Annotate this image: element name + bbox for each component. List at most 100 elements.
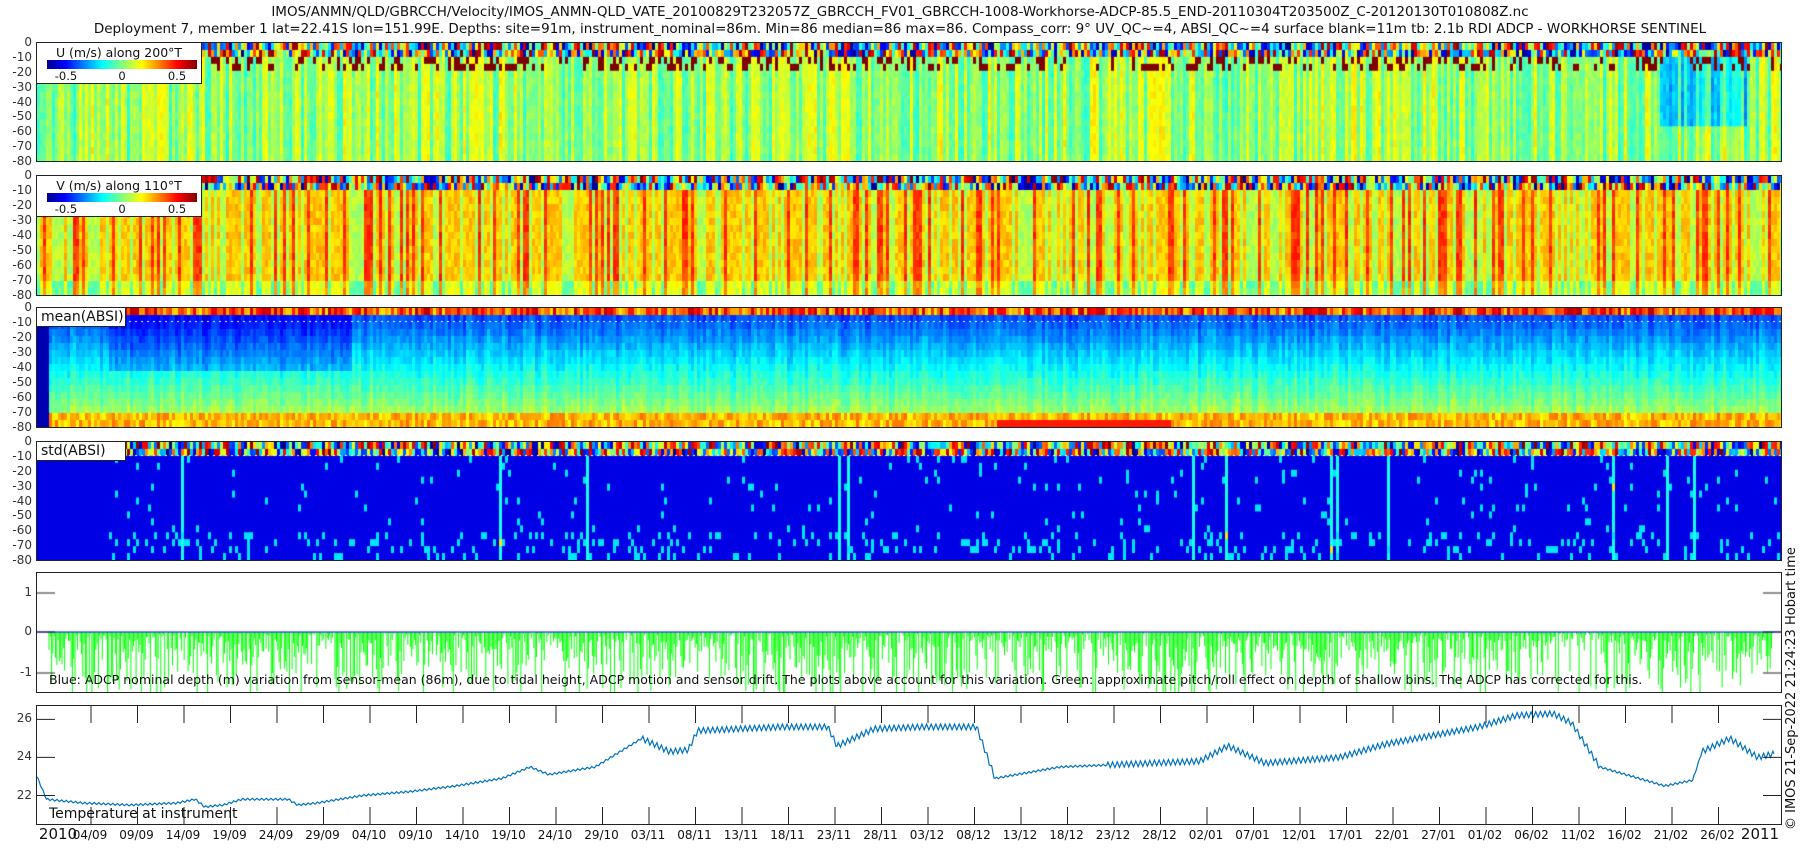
date-tick-label: 19/10 <box>491 828 526 842</box>
copyright-timestamp: © IMOS 21-Sep-2022 21:24:23 Hobart time <box>1784 547 1799 830</box>
mean-absi-label: mean(ABSI) <box>36 307 126 327</box>
y-tick-label: 0 <box>24 624 32 638</box>
depth-variation-panel: Blue: ADCP nominal depth (m) variation f… <box>36 572 1782 693</box>
date-tick-label: 18/12 <box>1049 828 1084 842</box>
date-tick-label: 08/11 <box>677 828 712 842</box>
u-legend-title: U (m/s) along 200°T <box>55 45 183 60</box>
date-tick-label: 02/01 <box>1188 828 1224 842</box>
y-tick-label: -60 <box>12 258 32 272</box>
date-tick-label: 26/02 <box>1700 828 1735 842</box>
date-tick-label: 07/01 <box>1235 828 1270 842</box>
y-tick-label: -80 <box>12 553 32 567</box>
date-tick-label: 12/01 <box>1281 828 1317 842</box>
date-tick-label: 23/11 <box>816 828 852 842</box>
y-tick-label: -10 <box>12 448 32 463</box>
y-tick-label: -60 <box>12 390 32 404</box>
u-velocity-heatmap-panel: U (m/s) along 200°T -0.5 0 0.5 <box>36 42 1782 162</box>
y-tick-label: -80 <box>12 154 32 168</box>
y-tick-label: -10 <box>12 315 32 329</box>
temperature-panel: Temperature at instrument <box>36 705 1782 825</box>
date-tick-label: 23/12 <box>1095 828 1131 842</box>
date-tick-label: 01/02 <box>1467 828 1503 842</box>
date-tick-label: 11/02 <box>1560 828 1596 842</box>
y-tick-label: -40 <box>12 360 32 374</box>
y-tick-label: -80 <box>12 420 32 434</box>
date-tick-label: 21/02 <box>1653 828 1689 842</box>
colorbar-tick: -0.5 <box>54 69 78 83</box>
date-tick-label: 13/12 <box>1002 828 1038 842</box>
colorbar-tick: 0 <box>118 69 126 83</box>
y-tick-label: -10 <box>12 183 32 197</box>
date-tick-label: 22/01 <box>1374 828 1410 842</box>
y-tick-label: 24 <box>16 749 32 763</box>
y-tick-label: -40 <box>12 94 32 109</box>
u-velocity-heatmap <box>37 43 1781 161</box>
date-tick-label: 04/10 <box>351 828 387 842</box>
y-tick-label: -50 <box>12 375 32 389</box>
date-tick-label: 14/10 <box>444 828 480 842</box>
y-tick-label: -50 <box>12 243 32 257</box>
y-tick-label: -60 <box>12 523 32 538</box>
date-tick-label: 14/09 <box>165 828 201 842</box>
date-tick-label: 29/10 <box>584 828 619 842</box>
jet-colorbar <box>47 193 197 202</box>
y-tick-label: -30 <box>12 79 32 94</box>
date-tick-label: 06/02 <box>1514 828 1549 842</box>
date-tick-label: 03/11 <box>630 828 666 842</box>
y-tick-label: -70 <box>12 273 32 287</box>
y-tick-label: 0 <box>24 168 32 182</box>
temperature-series-line <box>37 709 1775 809</box>
year-start-label: 2010 <box>38 825 78 843</box>
date-tick-label: 28/12 <box>1142 828 1177 842</box>
y-tick-label: -50 <box>12 508 32 523</box>
date-tick-label: 24/09 <box>258 828 294 842</box>
y-tick-label: -40 <box>12 228 32 242</box>
y-tick-label: -70 <box>12 405 32 419</box>
date-tick-label: 16/02 <box>1607 828 1642 842</box>
y-tick-label: 26 <box>16 711 32 725</box>
y-tick-label: -30 <box>12 345 32 359</box>
y-tick-label: -70 <box>12 538 32 553</box>
u-colorbar-legend: U (m/s) along 200°T -0.5 0 0.5 <box>36 42 202 84</box>
date-tick-label: 28/11 <box>863 828 898 842</box>
date-tick-label: 04/09 <box>72 828 108 842</box>
y-tick-label: -10 <box>12 49 32 64</box>
jet-colorbar <box>47 60 197 69</box>
date-tick-label: 17/01 <box>1328 828 1363 842</box>
date-tick-label: 24/10 <box>537 828 573 842</box>
y-tick-label: -1 <box>20 665 32 679</box>
colorbar-tick: 0 <box>118 202 126 216</box>
v-velocity-heatmap <box>37 176 1781 295</box>
y-tick-label: -70 <box>12 139 32 154</box>
y-tick-label: 0 <box>24 35 32 49</box>
v-legend-title: V (m/s) along 110°T <box>56 178 182 193</box>
date-tick-label: 09/10 <box>398 828 433 842</box>
std-absi-heatmap-panel: std(ABSI) <box>36 441 1782 561</box>
y-tick-label: -20 <box>12 330 32 344</box>
std-absi-heatmap <box>37 442 1781 560</box>
colorbar-tick: -0.5 <box>54 202 78 216</box>
date-tick-label: 08/12 <box>956 828 991 842</box>
std-absi-label: std(ABSI) <box>36 441 126 461</box>
figure-title-line2: Deployment 7, member 1 lat=22.41S lon=15… <box>93 21 1707 37</box>
colorbar-tick: 0.5 <box>167 69 187 83</box>
y-tick-label: -30 <box>12 213 32 227</box>
colorbar-tick: 0.5 <box>167 202 187 216</box>
depth-panel-caption: Blue: ADCP nominal depth (m) variation f… <box>49 672 1643 687</box>
date-tick-label: 29/09 <box>305 828 340 842</box>
y-tick-label: -20 <box>12 64 32 79</box>
temperature-caption: Temperature at instrument <box>49 806 238 822</box>
date-tick-label: 19/09 <box>212 828 247 842</box>
date-tick-label: 13/11 <box>723 828 759 842</box>
y-tick-label: -60 <box>12 124 32 139</box>
temperature-chart <box>37 706 1781 824</box>
y-tick-label: -20 <box>12 198 32 212</box>
date-tick-label: 09/09 <box>119 828 154 842</box>
y-tick-label: -40 <box>12 493 32 508</box>
date-tick-label: 03/12 <box>909 828 945 842</box>
y-tick-label: -50 <box>12 109 32 124</box>
year-end-label: 2011 <box>1740 825 1780 843</box>
y-tick-label: 0 <box>24 300 32 314</box>
figure-title-line1: IMOS/ANMN/QLD/GBRCCH/Velocity/IMOS_ANMN-… <box>271 4 1529 20</box>
mean-absi-heatmap-panel: mean(ABSI) <box>36 307 1782 428</box>
